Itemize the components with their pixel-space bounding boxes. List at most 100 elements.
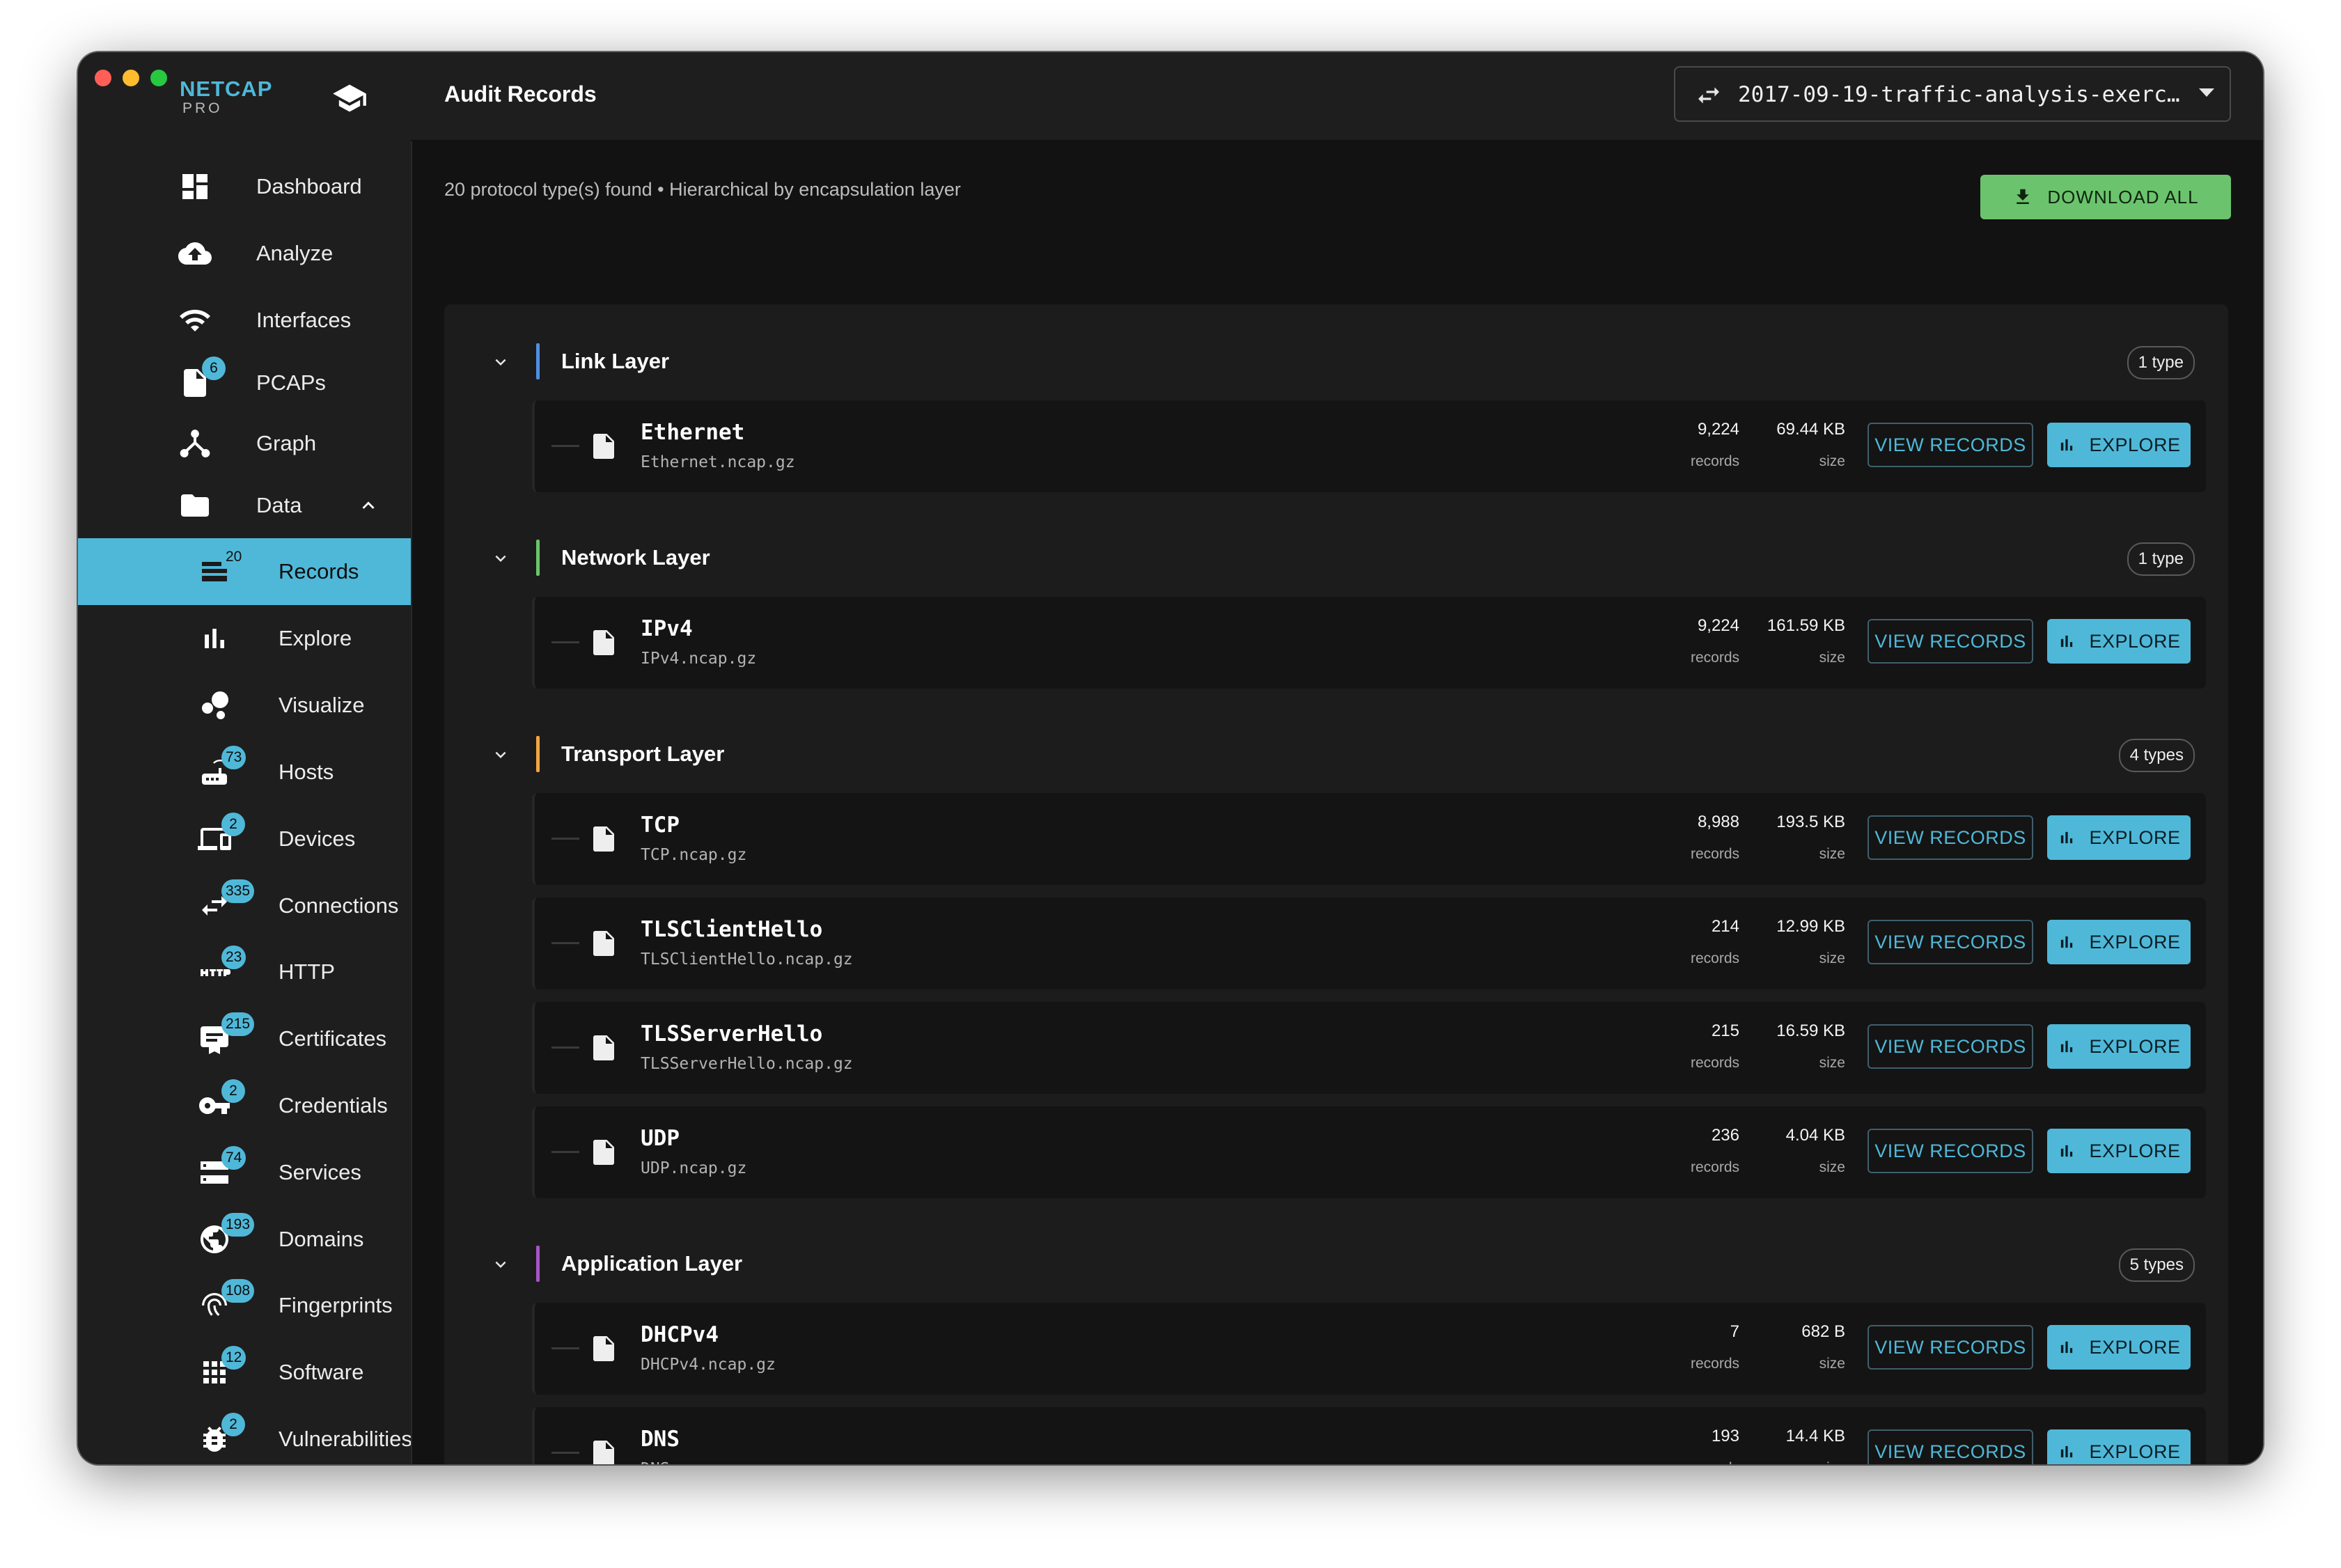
sidebar-item-connections[interactable]: Connections 335: [78, 872, 411, 939]
sidebar-item-hosts[interactable]: Hosts 73: [78, 739, 411, 806]
record-size: 4.04 KB: [1785, 1126, 1845, 1145]
record-row[interactable]: DNS DNS.ncap.gz 193 records 14.4 KB size…: [532, 1407, 2206, 1464]
layer-header[interactable]: Application Layer 5 types: [444, 1236, 2228, 1292]
explore-button[interactable]: EXPLORE: [2047, 1024, 2191, 1069]
count-badge: 73: [221, 746, 246, 769]
sidebar-item-certificates[interactable]: Certificates 215: [78, 1005, 411, 1072]
sidebar-item-label: Graph: [256, 431, 317, 455]
graduation-cap-icon[interactable]: [331, 80, 368, 116]
record-row[interactable]: TLSClientHello TLSClientHello.ncap.gz 21…: [532, 897, 2206, 989]
zoom-window-button[interactable]: [150, 70, 167, 86]
explore-button[interactable]: EXPLORE: [2047, 1325, 2191, 1370]
explore-button[interactable]: EXPLORE: [2047, 423, 2191, 467]
view-records-button[interactable]: VIEW RECORDS: [1868, 920, 2033, 964]
explore-button[interactable]: EXPLORE: [2047, 920, 2191, 964]
top-bar: Audit Records 2017-09-19-traffic-analysi…: [411, 52, 2263, 141]
sidebar-item-credentials[interactable]: Credentials 2: [78, 1072, 411, 1139]
sidebar-item-vulnerabilities[interactable]: Vulnerabilities 2: [78, 1406, 411, 1464]
type-count-chip: 1 type: [2127, 542, 2195, 576]
sidebar-item-label: Analyze: [256, 241, 334, 265]
record-size: 69.44 KB: [1776, 420, 1845, 439]
layer-header[interactable]: Transport Layer 4 types: [444, 726, 2228, 782]
record-row[interactable]: IPv4 IPv4.ncap.gz 9,224 records 161.59 K…: [532, 597, 2206, 689]
close-window-button[interactable]: [95, 70, 111, 86]
file-icon: [593, 434, 614, 459]
layer-header[interactable]: Network Layer 1 type: [444, 530, 2228, 586]
layer-header[interactable]: Link Layer 1 type: [444, 334, 2228, 389]
record-file-name: DHCPv4.ncap.gz: [641, 1356, 776, 1374]
record-type-name: DHCPv4: [641, 1322, 719, 1347]
record-file-name: IPv4.ncap.gz: [641, 650, 757, 668]
bar-chart-icon: [2061, 831, 2073, 844]
explore-button[interactable]: EXPLORE: [2047, 815, 2191, 860]
record-row[interactable]: DHCPv4 DHCPv4.ncap.gz 7 records 682 B si…: [532, 1303, 2206, 1395]
view-records-button[interactable]: VIEW RECORDS: [1868, 1429, 2033, 1464]
sidebar-item-graph[interactable]: Graph: [78, 410, 411, 477]
explore-label: EXPLORE: [2089, 1035, 2181, 1057]
record-size-label: size: [1819, 846, 1845, 862]
sidebar-item-interfaces[interactable]: Interfaces: [78, 287, 411, 354]
sidebar-item-explore[interactable]: Explore: [78, 605, 411, 672]
explore-button[interactable]: EXPLORE: [2047, 1129, 2191, 1173]
download-icon: [2017, 189, 2030, 204]
file-icon: [593, 826, 614, 852]
minimize-window-button[interactable]: [123, 70, 139, 86]
file-selector[interactable]: 2017-09-19-traffic-analysis-exercise: [1674, 66, 2231, 122]
file-icon: [593, 931, 614, 956]
sidebar-item-label: Services: [279, 1160, 361, 1184]
chevron-down-icon[interactable]: [490, 548, 511, 569]
sidebar-item-label: Devices: [279, 826, 356, 851]
sidebar-item-devices[interactable]: Devices 2: [78, 806, 411, 872]
sidebar-item-pcaps[interactable]: PCAPs 6: [78, 350, 411, 416]
record-row[interactable]: TCP TCP.ncap.gz 8,988 records 193.5 KB s…: [532, 793, 2206, 885]
sidebar-item-label: Interfaces: [256, 308, 352, 332]
record-size-label: size: [1819, 950, 1845, 966]
sidebar-item-label: Connections: [279, 893, 399, 918]
sidebar-item-software[interactable]: Software 12: [78, 1339, 411, 1406]
download-all-button[interactable]: DOWNLOAD ALL: [1980, 175, 2231, 219]
view-records-button[interactable]: VIEW RECORDS: [1868, 423, 2033, 467]
record-row[interactable]: UDP UDP.ncap.gz 236 records 4.04 KB size…: [532, 1106, 2206, 1198]
view-records-button[interactable]: VIEW RECORDS: [1868, 1129, 2033, 1173]
sidebar-item-records[interactable]: Records 20: [78, 538, 411, 605]
view-records-button[interactable]: VIEW RECORDS: [1868, 1024, 2033, 1069]
chevron-up-icon[interactable]: [357, 494, 380, 517]
record-file-name: TLSClientHello.ncap.gz: [641, 950, 853, 969]
sidebar-item-analyze[interactable]: Analyze: [78, 220, 411, 287]
count-badge: 20: [226, 549, 242, 565]
view-records-button[interactable]: VIEW RECORDS: [1868, 1325, 2033, 1370]
tree-connector: [551, 1151, 579, 1153]
sidebar-item-fingerprints[interactable]: Fingerprints 108: [78, 1272, 411, 1339]
brand-logo[interactable]: NETCAP PRO: [180, 77, 272, 116]
count-badge: 2: [221, 1413, 245, 1436]
record-row[interactable]: TLSServerHello TLSServerHello.ncap.gz 21…: [532, 1002, 2206, 1094]
tree-connector: [551, 1046, 579, 1049]
sidebar-item-domains[interactable]: Domains 193: [78, 1206, 411, 1273]
tree-connector: [551, 1452, 579, 1454]
folder-icon: [175, 486, 214, 525]
chevron-down-icon[interactable]: [490, 744, 511, 765]
view-records-button[interactable]: VIEW RECORDS: [1868, 619, 2033, 664]
sidebar-item-http[interactable]: HTTP 23: [78, 939, 411, 1005]
dashboard-icon: [182, 174, 208, 199]
bar-chart-icon: [2061, 1341, 2073, 1354]
chevron-down-icon[interactable]: [490, 352, 511, 373]
record-size: 16.59 KB: [1776, 1021, 1845, 1040]
explore-button[interactable]: EXPLORE: [2047, 619, 2191, 664]
sidebar-item-data[interactable]: Data: [78, 472, 411, 539]
sidebar: NETCAP PRO Dashboard Analyze Interfaces PCA…: [78, 52, 412, 1464]
bar-chart-icon: [205, 629, 224, 648]
explore-button[interactable]: EXPLORE: [2047, 1429, 2191, 1464]
type-count-chip: 5 types: [2118, 1248, 2195, 1282]
sidebar-item-dashboard[interactable]: Dashboard: [78, 153, 411, 220]
bubble-chart-icon: [195, 686, 234, 725]
sidebar-item-visualize[interactable]: Visualize: [78, 672, 411, 739]
chevron-down-icon[interactable]: [490, 1254, 511, 1275]
record-size-label: size: [1819, 1055, 1845, 1071]
record-row[interactable]: Ethernet Ethernet.ncap.gz 9,224 records …: [532, 400, 2206, 492]
view-records-button[interactable]: VIEW RECORDS: [1868, 815, 2033, 860]
sidebar-item-services[interactable]: Services 74: [78, 1139, 411, 1206]
chevron-down-icon: [2199, 88, 2214, 97]
sidebar-item-label: Dashboard: [256, 174, 362, 198]
count-badge: 2: [221, 813, 245, 836]
